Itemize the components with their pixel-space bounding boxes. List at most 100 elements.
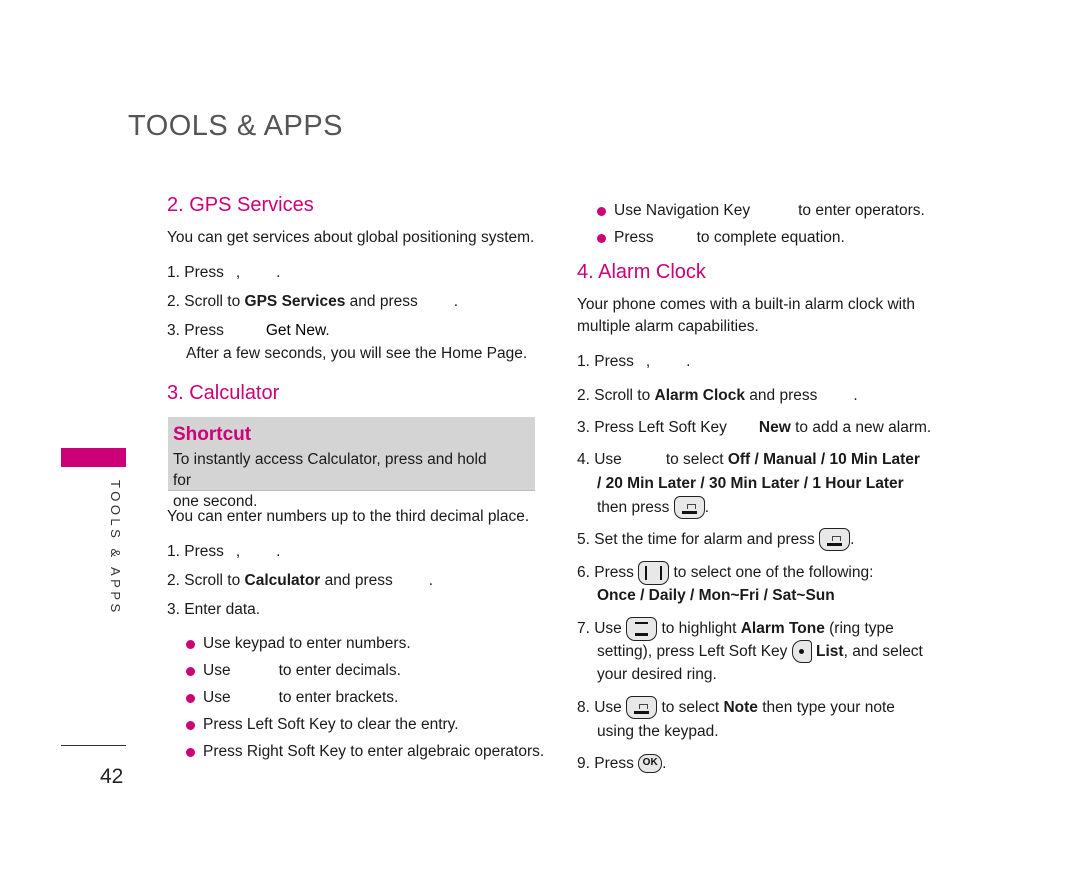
alarm-step-1: 1. Press,. — [577, 350, 690, 373]
step-end: . — [704, 499, 710, 516]
chapter-side-label: TOOLS & APPS — [108, 480, 123, 616]
gps-step-2: 2. Scroll to GPS Services and press. — [167, 290, 458, 313]
bullet-dot-icon — [186, 747, 195, 757]
bullet-dot-icon — [186, 693, 195, 703]
calculator-bullet: Use to enter brackets. — [186, 687, 398, 709]
step-separator: , — [645, 353, 651, 370]
chapter-tab-marker — [61, 448, 126, 467]
calculator-step-3: 3. Enter data. — [167, 601, 261, 618]
calculator-bullet: Press Left Soft Key to clear the entry. — [186, 714, 459, 736]
section-heading-gps: 2. GPS Services — [167, 194, 314, 216]
step-end: . — [662, 755, 667, 772]
step-text: 2. Scroll to — [167, 572, 245, 589]
calculator-bullet: Press to complete equation. — [597, 227, 845, 249]
step-text: 6. Press — [577, 564, 634, 582]
calculator-intro: You can enter numbers up to the third de… — [167, 508, 530, 525]
calculator-bullet: Use keypad to enter numbers. — [186, 633, 411, 655]
step-end: . — [276, 264, 281, 281]
bullet-dot-icon — [597, 206, 606, 216]
step-text: 9. Press — [577, 755, 634, 772]
shortcut-title: Shortcut — [173, 424, 252, 445]
shortcut-text-part: for — [173, 472, 192, 489]
gps-step-3-note: After a few seconds, you will see the Ho… — [186, 345, 528, 362]
select-key-icon — [819, 528, 851, 552]
option-list: Once / Daily / Mon~Fri / Sat~Sun — [597, 587, 835, 604]
bullet-dot-icon — [597, 233, 606, 243]
alarm-step-4: 4. Use to select Off / Manual / 10 Min La… — [577, 448, 920, 471]
step-text: 3. Press Left Soft Key — [577, 419, 727, 436]
shortcut-text: To instantly access Calculator, press an… — [173, 449, 533, 512]
step-end: . — [850, 531, 855, 548]
bullet-text: Use — [203, 689, 231, 706]
step-end: . — [428, 572, 434, 589]
alarm-step-6-options: Once / Daily / Mon~Fri / Sat~Sun — [597, 584, 835, 607]
calculator-bullet: Use Navigation Key to enter operators. — [597, 200, 925, 222]
step-text: setting), press Left Soft Key — [597, 643, 788, 660]
calculator-bullet: Press Right Soft Key to enter algebraic … — [186, 741, 544, 763]
bullet-dot-icon — [186, 666, 195, 676]
alarm-step-2: 2. Scroll to Alarm Clock and press. — [577, 384, 858, 407]
bullet-text: Press Left Soft Key to clear the entry. — [203, 716, 459, 733]
bullet-text: to enter brackets. — [278, 689, 399, 706]
step-text: and press — [345, 293, 418, 310]
step-text: 3. Press — [167, 322, 224, 339]
step-text: to select — [661, 699, 724, 716]
ok-key-icon: OK — [638, 754, 663, 774]
menu-item-name: Calculator — [244, 572, 321, 589]
select-key-icon — [673, 496, 705, 520]
step-separator: , — [235, 543, 241, 560]
menu-item-name: Alarm Tone — [740, 620, 825, 638]
bullet-dot-icon — [186, 639, 195, 649]
alarm-step-8-line-2: using the keypad. — [597, 723, 719, 740]
calculator-step-1: 1. Press,. — [167, 540, 280, 563]
chapter-title: TOOLS & APPS — [128, 110, 344, 142]
option-list: / 20 Min Later / 30 Min Later / 1 Hour L… — [597, 475, 904, 492]
step-text: 2. Scroll to — [577, 387, 655, 404]
bullet-text: Press — [614, 229, 654, 246]
alarm-intro-line-1: Your phone comes with a built-in alarm c… — [577, 296, 916, 313]
page-number: 42 — [100, 765, 124, 788]
step-end: . — [686, 353, 691, 370]
option-list: Off / Manual / 10 Min Later — [727, 451, 920, 468]
step-text: 4. Use — [577, 451, 622, 468]
bullet-text: Press Right Soft Key to enter algebraic … — [203, 743, 545, 760]
step-end: . — [325, 322, 330, 339]
softkey-label: List — [816, 643, 844, 660]
bullet-text: to enter decimals. — [278, 662, 401, 679]
gps-step-1: 1. Press,. — [167, 261, 280, 284]
menu-item-name: GPS Services — [244, 293, 346, 310]
step-end: . — [853, 387, 858, 404]
step-text: 8. Use — [577, 699, 622, 716]
menu-item-name: Get New — [265, 322, 326, 339]
alarm-step-7-line-2: setting), press Left Soft Key List, and … — [597, 640, 923, 664]
alarm-step-5: 5. Set the time for alarm and press . — [577, 528, 855, 552]
bullet-text: Use Navigation Key — [614, 202, 751, 219]
step-text: and press — [320, 572, 393, 589]
bullet-text: to enter operators. — [798, 202, 925, 219]
step-text: then press — [597, 499, 670, 516]
left-soft-key-icon — [791, 640, 812, 664]
step-text: to add a new alarm. — [790, 419, 932, 436]
alarm-step-4-confirm: then press . — [597, 496, 710, 520]
calculator-bullet: Use to enter decimals. — [186, 660, 401, 682]
step-text: then type your note — [757, 699, 895, 716]
alarm-step-9: 9. Press OK. — [577, 752, 666, 775]
gps-step-3: 3. Press Get New. — [167, 319, 330, 342]
step-text: 1. Press — [167, 264, 224, 281]
nav-left-right-key-icon — [638, 561, 670, 585]
bullet-text: to complete equation. — [696, 229, 845, 246]
alarm-step-7-line-3: your desired ring. — [597, 666, 717, 683]
gps-intro: You can get services about global positi… — [167, 229, 535, 246]
alarm-step-3: 3. Press Left Soft Key New to add a new a… — [577, 416, 931, 439]
step-text: to select one of the following: — [673, 564, 874, 582]
alarm-step-8: 8. Use to select Note then type your not… — [577, 696, 895, 720]
step-text: to select — [665, 451, 728, 468]
alarm-step-7: 7. Use to highlight Alarm Tone (ring typ… — [577, 617, 894, 641]
bullet-text: Use — [203, 662, 231, 679]
step-end: . — [276, 543, 281, 560]
menu-item-name: Note — [723, 699, 758, 716]
alarm-step-4-options: / 20 Min Later / 30 Min Later / 1 Hour L… — [597, 472, 904, 495]
step-text: , and select — [843, 643, 923, 660]
step-text: 1. Press — [577, 353, 634, 370]
select-key-icon — [626, 696, 658, 720]
